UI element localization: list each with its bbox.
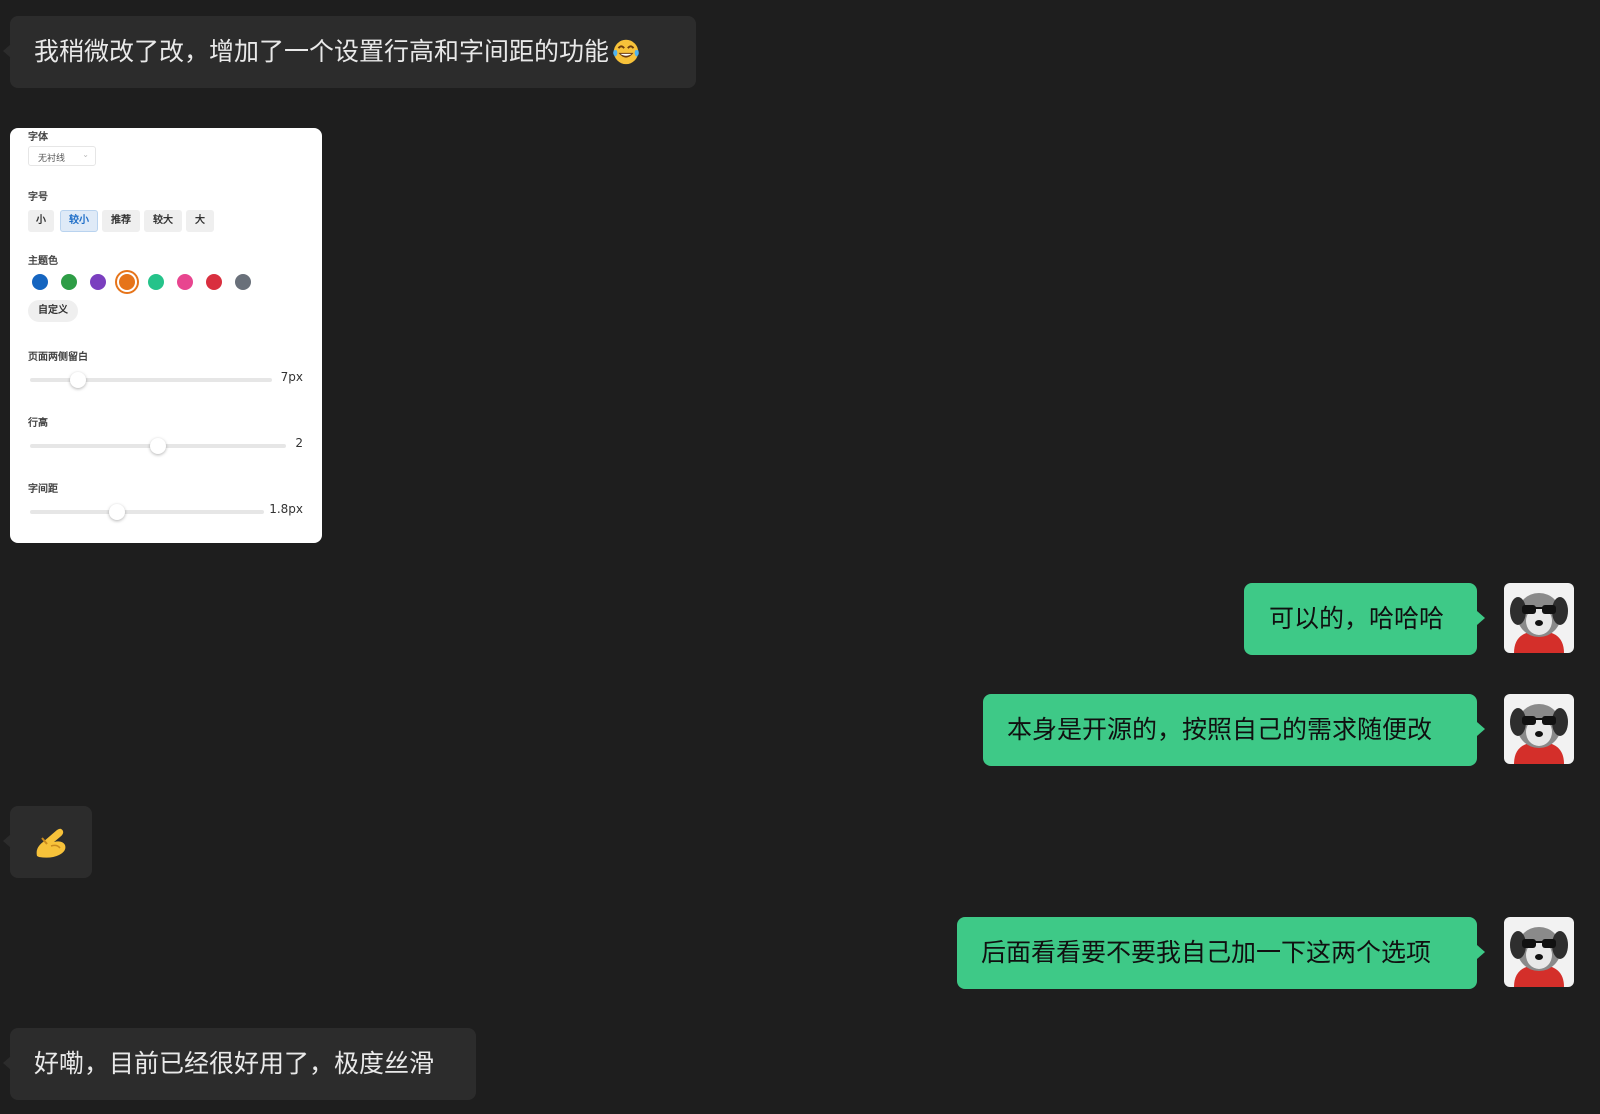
dog-avatar-icon — [1504, 583, 1574, 653]
theme-color-swatch — [148, 274, 164, 290]
theme-color-swatch — [177, 274, 193, 290]
letter-spacing-slider — [30, 504, 264, 520]
theme-color-swatch — [61, 274, 77, 290]
theme-color-swatch — [90, 274, 106, 290]
message-bubble[interactable]: 我稍微改了改，增加了一个设置行高和字间距的功能 — [3, 16, 696, 88]
custom-color-button: 自定义 — [28, 300, 78, 322]
message-bubble[interactable]: 好嘞，目前已经很好用了，极度丝滑 — [3, 1028, 476, 1100]
message-bubble[interactable] — [3, 806, 92, 878]
message-text: 后面看看要不要我自己加一下这两个选项 — [981, 938, 1432, 967]
slider-thumb — [108, 504, 125, 520]
line-height-value: 2 — [295, 436, 303, 450]
letter-spacing-value: 1.8px — [269, 502, 303, 516]
page-margin-slider — [30, 372, 272, 388]
message-bubble[interactable]: 可以的，哈哈哈 — [1244, 583, 1485, 655]
theme-color-swatch — [235, 274, 251, 290]
font-select: 无衬线 ⌄ — [28, 146, 96, 166]
tears-of-joy-emoji-icon — [613, 39, 639, 65]
settings-panel-image[interactable]: 字体 无衬线 ⌄ 字号 小 较小 推荐 较大 大 主题色 自定义 页面两侧留白 … — [10, 128, 322, 543]
slider-thumb — [70, 372, 87, 388]
letter-spacing-label: 字间距 — [28, 484, 58, 495]
theme-color-label: 主题色 — [28, 256, 58, 267]
page-margin-label: 页面两侧留白 — [28, 352, 88, 363]
size-option-larger: 较大 — [144, 210, 182, 232]
message-text: 本身是开源的，按照自己的需求随便改 — [1007, 715, 1433, 744]
avatar[interactable] — [1504, 917, 1574, 987]
chevron-down-icon: ⌄ — [82, 150, 89, 159]
line-height-slider — [30, 438, 286, 454]
message-text: 可以的，哈哈哈 — [1269, 604, 1445, 633]
message-text: 好嘞，目前已经很好用了，极度丝滑 — [34, 1049, 435, 1078]
font-size-label: 字号 — [28, 192, 48, 203]
chat-view: 我稍微改了改，增加了一个设置行高和字间距的功能 字体 无衬线 ⌄ 字号 小 较小… — [0, 0, 1600, 1114]
page-margin-value: 7px — [280, 370, 303, 384]
theme-color-swatch — [206, 274, 222, 290]
theme-color-swatch — [119, 274, 135, 290]
slider-thumb — [150, 438, 166, 454]
line-height-label: 行高 — [28, 418, 48, 429]
message-bubble[interactable]: 本身是开源的，按照自己的需求随便改 — [983, 694, 1485, 766]
dog-avatar-icon — [1504, 694, 1574, 764]
pinching-hand-emoji-icon — [36, 828, 66, 858]
size-option-small: 小 — [28, 210, 54, 232]
avatar[interactable] — [1504, 583, 1574, 653]
size-option-large: 大 — [186, 210, 214, 232]
size-option-smaller: 较小 — [60, 210, 98, 232]
message-bubble[interactable]: 后面看看要不要我自己加一下这两个选项 — [957, 917, 1485, 989]
font-label: 字体 — [28, 132, 48, 143]
theme-color-swatch — [32, 274, 48, 290]
avatar[interactable] — [1504, 694, 1574, 764]
size-option-recommended: 推荐 — [102, 210, 140, 232]
dog-avatar-icon — [1504, 917, 1574, 987]
message-text: 我稍微改了改，增加了一个设置行高和字间距的功能 — [34, 37, 641, 67]
